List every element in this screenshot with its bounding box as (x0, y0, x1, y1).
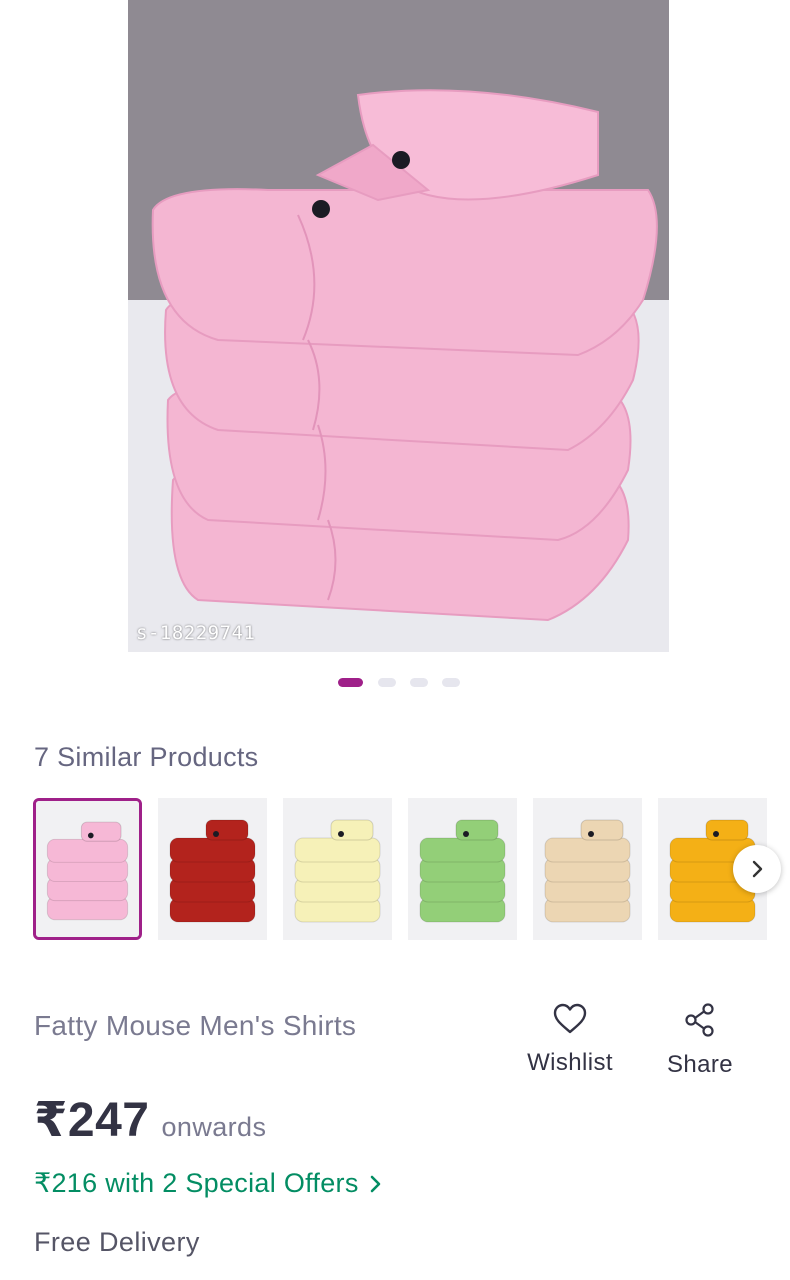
carousel-indicator (0, 678, 790, 690)
chevron-right-icon (370, 1175, 380, 1192)
shirt-stack-picture (408, 798, 517, 940)
similar-product-thumb-cream[interactable] (283, 798, 392, 940)
price-row: ₹247 onwards (34, 1092, 266, 1148)
shirt-stack-picture (36, 801, 139, 937)
similar-products-title: 7 Similar Products (34, 742, 259, 772)
carousel-dot-4[interactable] (442, 678, 460, 687)
product-code-watermark: s-18229741 (136, 622, 256, 644)
similar-product-thumb-pink[interactable] (33, 798, 142, 940)
share-button[interactable]: Share (640, 1003, 760, 1083)
similar-products-next-button[interactable] (733, 845, 781, 893)
product-price: ₹247 (34, 1094, 150, 1147)
shirt-stack-picture (283, 798, 392, 940)
shirt-stack-picture (158, 798, 267, 940)
product-title: Fatty Mouse Men's Shirts (34, 1010, 357, 1041)
wishlist-label: Wishlist (527, 1049, 613, 1076)
similar-product-thumb-beige[interactable] (533, 798, 642, 940)
share-icon (685, 1003, 714, 1037)
pink-shirts-stack-picture (128, 0, 669, 652)
similar-product-thumb-green[interactable] (408, 798, 517, 940)
wishlist-button[interactable]: Wishlist (510, 1003, 630, 1083)
share-label: Share (666, 1051, 734, 1078)
carousel-dot-2[interactable] (378, 678, 396, 687)
heart-icon (553, 1003, 587, 1034)
carousel-dot-3[interactable] (410, 678, 428, 687)
delivery-info: Free Delivery (34, 1227, 200, 1257)
chevron-right-icon (752, 860, 763, 878)
special-offers-text: ₹216 with 2 Special Offers (34, 1168, 359, 1198)
shirt-stack-picture (533, 798, 642, 940)
similar-products-strip[interactable] (0, 798, 790, 942)
product-image[interactable]: s-18229741 (128, 0, 669, 652)
price-suffix: onwards (161, 1112, 267, 1142)
special-offers-link[interactable]: ₹216 with 2 Special Offers (34, 1168, 383, 1199)
carousel-dot-1[interactable] (338, 678, 363, 687)
similar-product-thumb-maroon[interactable] (158, 798, 267, 940)
